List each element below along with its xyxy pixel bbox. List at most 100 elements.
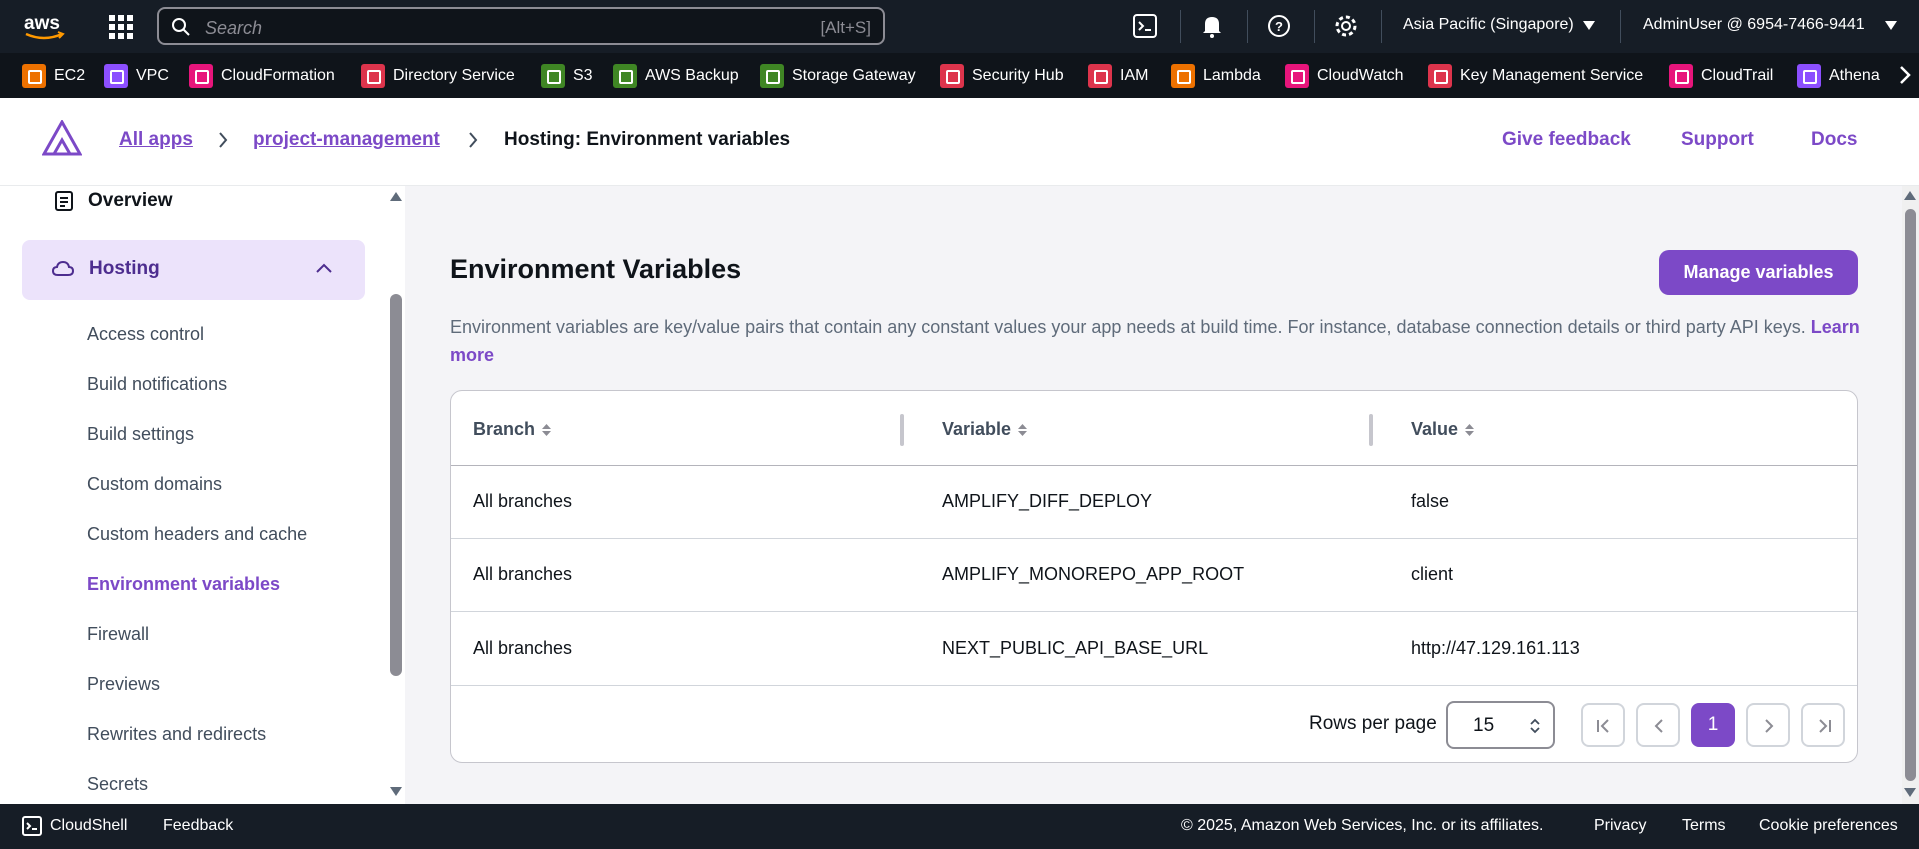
sidebar-item-firewall[interactable]: Firewall: [87, 624, 149, 645]
sidebar-item-hosting[interactable]: Hosting: [22, 240, 365, 300]
give-feedback-link[interactable]: Give feedback: [1502, 129, 1631, 151]
privacy-link[interactable]: Privacy: [1594, 817, 1646, 835]
cloudshell-link[interactable]: CloudShell: [50, 817, 127, 835]
favorite-vpc[interactable]: VPC: [104, 63, 169, 89]
service-icon: [189, 64, 213, 88]
sidebar-item-overview[interactable]: Overview: [54, 190, 173, 212]
docs-link[interactable]: Docs: [1811, 129, 1857, 151]
favorite-s3[interactable]: S3: [541, 63, 593, 89]
sidebar-item-custom-domains[interactable]: Custom domains: [87, 474, 222, 495]
help-icon[interactable]: ?: [1266, 13, 1294, 41]
cloud-icon: [52, 260, 74, 276]
cookie-preferences-link[interactable]: Cookie preferences: [1759, 817, 1898, 835]
cell-branch: All branches: [473, 638, 573, 658]
chevron-updown-icon: [1530, 718, 1540, 734]
favorite-iam[interactable]: IAM: [1088, 63, 1148, 89]
column-header-label: Value: [1411, 419, 1459, 439]
cell-variable: AMPLIFY_DIFF_DEPLOY: [942, 491, 1153, 511]
scroll-down-arrow-icon[interactable]: [1904, 788, 1916, 797]
rows-per-page-select[interactable]: 15: [1446, 701, 1555, 749]
region-caret-icon[interactable]: [1583, 21, 1595, 30]
top-navigation: aws Search [Alt+S] ? Asia Pacific (Singa…: [0, 0, 1919, 53]
favorite-key-management-service[interactable]: Key Management Service: [1428, 63, 1643, 89]
favorite-label: Key Management Service: [1460, 67, 1644, 84]
cell-variable: AMPLIFY_MONOREPO_APP_ROOT: [942, 564, 1245, 584]
breadcrumb-app[interactable]: project-management: [253, 129, 440, 151]
favorite-athena[interactable]: Athena: [1797, 63, 1880, 89]
service-icon: [541, 64, 565, 88]
column-header-value[interactable]: Value: [1411, 419, 1475, 440]
favorite-label: Security Hub: [972, 67, 1064, 84]
settings-gear-icon[interactable]: [1333, 13, 1361, 41]
search-input[interactable]: Search [Alt+S]: [157, 7, 885, 45]
sidebar-item-build-settings[interactable]: Build settings: [87, 424, 194, 445]
breadcrumb-all-apps[interactable]: All apps: [119, 129, 193, 151]
account-caret-icon[interactable]: [1885, 21, 1897, 30]
favorite-ec2[interactable]: EC2: [22, 63, 85, 89]
first-page-icon: [1597, 719, 1609, 733]
next-page-button[interactable]: [1746, 703, 1790, 747]
previous-page-button[interactable]: [1636, 703, 1680, 747]
first-page-button[interactable]: [1581, 703, 1625, 747]
chevron-left-icon: [1654, 719, 1663, 733]
column-header-label: Branch: [473, 419, 536, 439]
sidebar-item-access-control[interactable]: Access control: [87, 324, 204, 345]
sidebar-item-secrets[interactable]: Secrets: [87, 774, 148, 795]
service-icon: [613, 64, 637, 88]
sidebar: Overview Hosting Access control Build no…: [0, 186, 405, 804]
current-page-button[interactable]: 1: [1691, 703, 1735, 747]
favorite-cloudwatch[interactable]: CloudWatch: [1285, 63, 1404, 89]
favorite-cloudtrail[interactable]: CloudTrail: [1669, 63, 1773, 89]
region-selector[interactable]: Asia Pacific (Singapore): [1403, 16, 1574, 34]
sidebar-item-build-notifications[interactable]: Build notifications: [87, 374, 227, 395]
document-icon: [55, 191, 73, 211]
column-resizer[interactable]: [900, 414, 904, 446]
favorite-security-hub[interactable]: Security Hub: [940, 63, 1064, 89]
column-header-variable[interactable]: Variable: [942, 419, 1028, 440]
sidebar-item-environment-variables[interactable]: Environment variables: [87, 574, 280, 595]
sidebar-item-custom-headers[interactable]: Custom headers and cache: [87, 524, 307, 545]
scroll-up-arrow-icon[interactable]: [1904, 191, 1916, 200]
app-header: All apps project-management Hosting: Env…: [0, 98, 1919, 186]
manage-variables-button[interactable]: Manage variables: [1659, 250, 1858, 295]
favorites-scroll-right-icon[interactable]: [1899, 65, 1911, 85]
cloudshell-icon[interactable]: [1132, 13, 1160, 41]
sidebar-item-label: Hosting: [89, 258, 160, 279]
rows-per-page-value: 15: [1473, 715, 1495, 736]
sort-icon: [542, 423, 552, 436]
page-description: Environment variables are key/value pair…: [450, 313, 1860, 369]
cell-value: false: [1411, 491, 1450, 511]
terms-link[interactable]: Terms: [1682, 817, 1726, 835]
amplify-logo[interactable]: [41, 118, 83, 156]
favorite-directory-service[interactable]: Directory Service: [361, 63, 515, 89]
favorite-storage-gateway[interactable]: Storage Gateway: [760, 63, 916, 89]
account-menu[interactable]: AdminUser @ 6954-7466-9441: [1643, 16, 1865, 34]
main-scroll-thumb[interactable]: [1905, 209, 1916, 781]
chevron-right-icon: [1765, 719, 1774, 733]
favorite-aws-backup[interactable]: AWS Backup: [613, 63, 739, 89]
notifications-bell-icon[interactable]: [1199, 13, 1227, 41]
feedback-link[interactable]: Feedback: [163, 817, 233, 835]
sidebar-item-rewrites[interactable]: Rewrites and redirects: [87, 724, 266, 745]
favorite-label: Directory Service: [393, 67, 515, 84]
scroll-down-arrow-icon[interactable]: [390, 787, 402, 796]
chevron-up-icon[interactable]: [315, 262, 333, 274]
aws-logo[interactable]: aws: [22, 12, 68, 42]
cloudshell-icon[interactable]: [22, 816, 42, 836]
column-resizer[interactable]: [1369, 414, 1373, 446]
column-header-branch[interactable]: Branch: [473, 419, 552, 440]
favorite-lambda[interactable]: Lambda: [1171, 63, 1261, 89]
sidebar-scroll-thumb[interactable]: [390, 294, 402, 676]
sidebar-item-previews[interactable]: Previews: [87, 674, 160, 695]
scroll-up-arrow-icon[interactable]: [390, 192, 402, 201]
last-page-button[interactable]: [1801, 703, 1845, 747]
services-menu-icon[interactable]: [108, 14, 134, 40]
favorite-label: AWS Backup: [645, 67, 739, 84]
service-icon: [1428, 64, 1452, 88]
cell-value: client: [1411, 564, 1454, 584]
support-link[interactable]: Support: [1681, 129, 1754, 151]
cell-variable: NEXT_PUBLIC_API_BASE_URL: [942, 638, 1209, 658]
sort-icon: [1465, 423, 1475, 436]
favorite-cloudformation[interactable]: CloudFormation: [189, 63, 335, 89]
favorite-label: CloudWatch: [1317, 67, 1404, 84]
